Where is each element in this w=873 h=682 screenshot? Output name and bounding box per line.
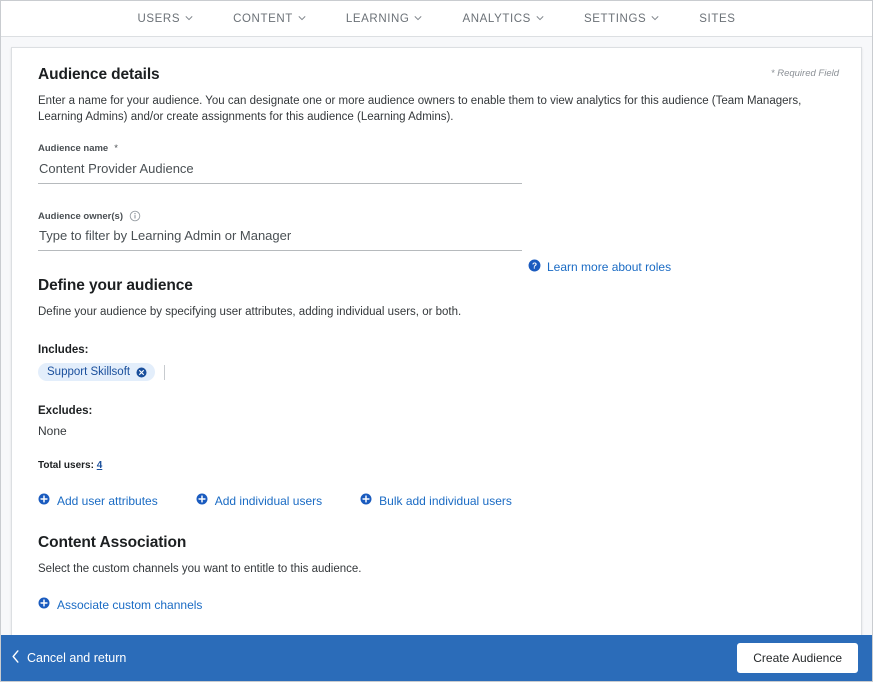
audience-name-field-group: Audience name *: [38, 143, 522, 184]
add-user-attributes-label: Add user attributes: [57, 494, 158, 508]
associate-custom-channels-label: Associate custom channels: [57, 598, 202, 612]
nav-item-sites[interactable]: SITES: [699, 13, 735, 25]
audience-owner-input-row: [38, 228, 522, 251]
nav-item-learning[interactable]: LEARNING: [346, 13, 423, 25]
total-users-label: Total users:: [38, 460, 94, 471]
chevron-left-icon: [11, 650, 20, 666]
create-audience-button[interactable]: Create Audience: [737, 643, 858, 673]
nav-item-label: USERS: [137, 13, 180, 25]
plus-circle-icon: [360, 493, 372, 508]
nav-item-label: SITES: [699, 13, 735, 25]
nav-item-label: LEARNING: [346, 13, 410, 25]
nav-item-content[interactable]: CONTENT: [233, 13, 306, 25]
audience-details-description: Enter a name for your audience. You can …: [38, 93, 839, 125]
svg-text:?: ?: [532, 261, 537, 271]
attribute-chip-label: Support Skillsoft: [47, 366, 130, 378]
bulk-add-individual-users-label: Bulk add individual users: [379, 494, 512, 508]
plus-circle-icon: [196, 493, 208, 508]
attribute-chip[interactable]: Support Skillsoft: [38, 363, 155, 381]
nav-item-label: ANALYTICS: [462, 13, 530, 25]
nav-item-settings[interactable]: SETTINGS: [584, 13, 659, 25]
cancel-and-return-button[interactable]: Cancel and return: [11, 650, 126, 666]
plus-circle-icon: [38, 493, 50, 508]
chevron-down-icon: [185, 14, 193, 22]
learn-more-about-roles-link[interactable]: ? Learn more about roles: [528, 259, 671, 275]
required-asterisk: *: [114, 143, 118, 154]
add-user-attributes-link[interactable]: Add user attributes: [38, 493, 158, 508]
nav-item-label: SETTINGS: [584, 13, 646, 25]
close-circle-icon[interactable]: [136, 367, 147, 378]
content-association-description: Select the custom channels you want to e…: [38, 561, 839, 577]
plus-circle-icon: [38, 597, 50, 612]
bulk-add-individual-users-link[interactable]: Bulk add individual users: [360, 493, 512, 508]
audience-details-title: Audience details: [38, 66, 839, 84]
text-caret: [164, 365, 165, 380]
nav-item-analytics[interactable]: ANALYTICS: [462, 13, 543, 25]
audience-name-input[interactable]: [38, 161, 522, 184]
chevron-down-icon: [298, 14, 306, 22]
audience-owner-field-group: Audience owner(s): [38, 210, 522, 251]
info-circle-icon[interactable]: [129, 210, 141, 222]
includes-label: Includes:: [38, 344, 839, 356]
define-audience-title: Define your audience: [38, 277, 839, 295]
page-body: * Required Field Audience details Enter …: [1, 37, 872, 639]
audience-action-links: Add user attributes Add individual users: [38, 493, 839, 508]
bottom-action-bar: Cancel and return Create Audience: [1, 635, 872, 681]
includes-chip-list: Support Skillsoft: [38, 363, 839, 381]
audience-owner-label: Audience owner(s): [38, 210, 522, 222]
cancel-and-return-label: Cancel and return: [27, 651, 126, 665]
total-users-row: Total users: 4: [38, 460, 839, 471]
define-audience-description: Define your audience by specifying user …: [38, 304, 839, 320]
audience-name-label: Audience name *: [38, 143, 522, 154]
help-circle-icon: ?: [528, 259, 541, 275]
audience-form-card: * Required Field Audience details Enter …: [11, 47, 862, 639]
chevron-down-icon: [651, 14, 659, 22]
content-association-title: Content Association: [38, 534, 839, 552]
excludes-value: None: [38, 424, 839, 438]
top-navigation-bar: USERS CONTENT LEARNING ANALYTICS SETTING…: [1, 1, 872, 37]
required-field-note: * Required Field: [771, 68, 839, 79]
audience-owner-input[interactable]: [38, 228, 522, 251]
learn-more-about-roles-label: Learn more about roles: [547, 260, 671, 274]
chevron-down-icon: [536, 14, 544, 22]
total-users-count-link[interactable]: 4: [97, 460, 103, 471]
audience-owner-label-text: Audience owner(s): [38, 211, 123, 222]
nav-item-users[interactable]: USERS: [137, 13, 193, 25]
associate-custom-channels-link[interactable]: Associate custom channels: [38, 597, 839, 612]
excludes-label: Excludes:: [38, 405, 839, 417]
chevron-down-icon: [414, 14, 422, 22]
add-individual-users-link[interactable]: Add individual users: [196, 493, 322, 508]
add-individual-users-label: Add individual users: [215, 494, 322, 508]
nav-item-label: CONTENT: [233, 13, 293, 25]
audience-name-label-text: Audience name: [38, 143, 108, 154]
